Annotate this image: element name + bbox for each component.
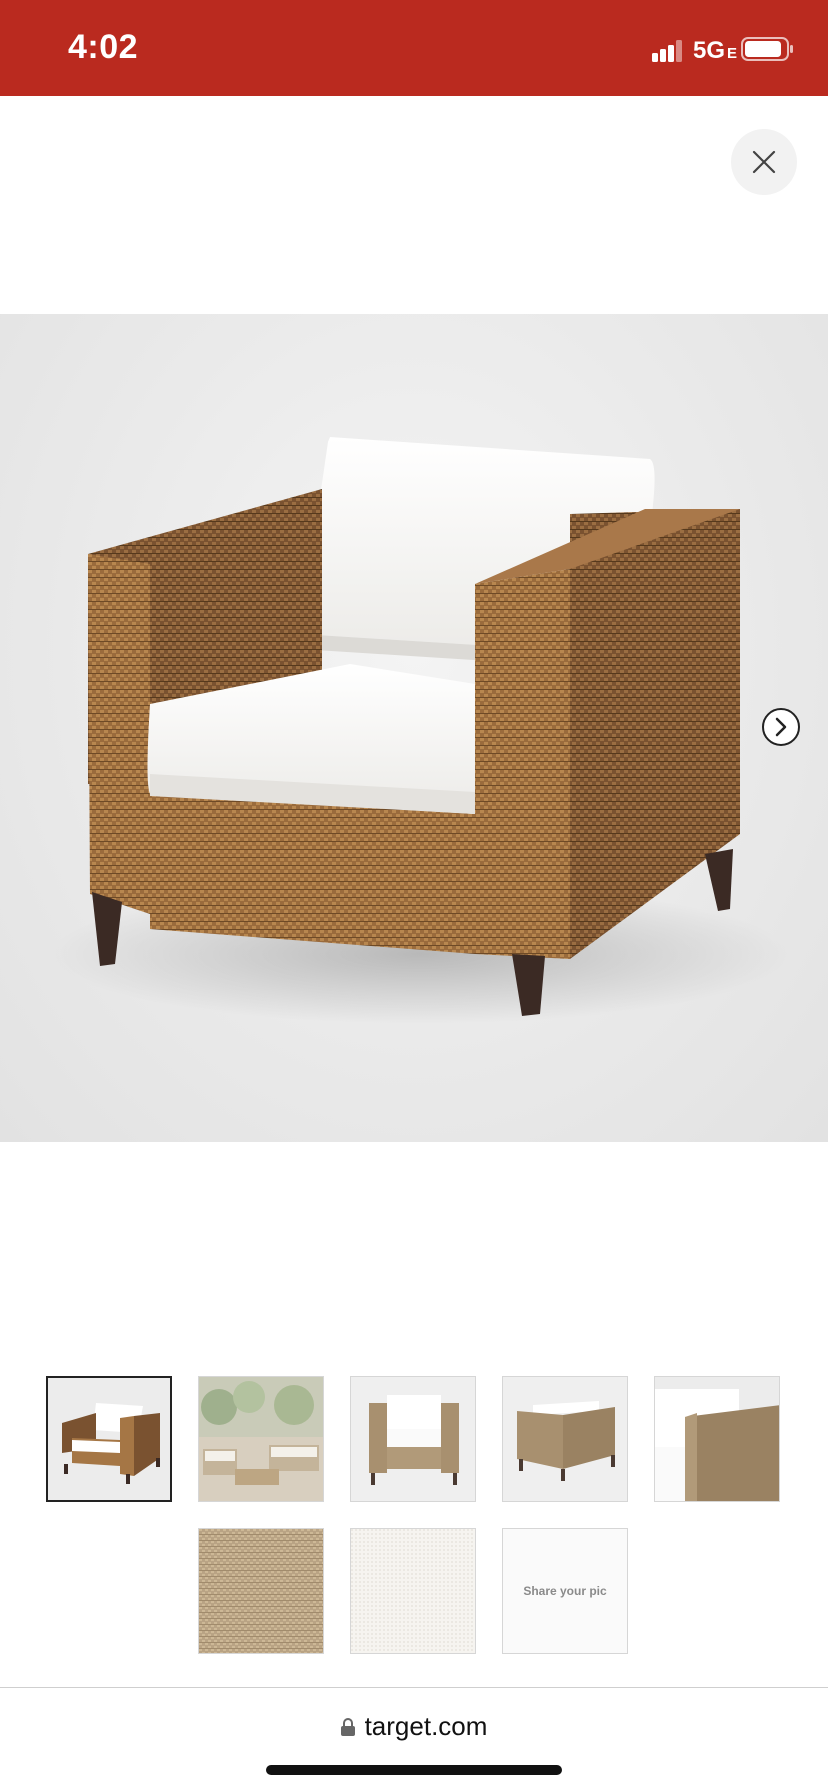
address-domain: target.com — [364, 1710, 488, 1741]
home-indicator[interactable] — [266, 1765, 562, 1775]
network-indicator: 5G E — [693, 37, 737, 65]
close-icon — [752, 150, 776, 174]
thumbnail-share-your-pic[interactable]: Share your pic — [502, 1528, 628, 1654]
thumbnail-chair-front-angle[interactable] — [46, 1376, 172, 1502]
battery-icon — [741, 37, 793, 61]
signal-bars-icon — [652, 40, 682, 62]
network-label: 5G — [693, 37, 726, 64]
address-bar-divider — [0, 1687, 828, 1688]
thumbnail-chair-front[interactable] — [350, 1376, 476, 1502]
thumbnail-patio-scene[interactable] — [198, 1376, 324, 1502]
chair-illustration — [50, 437, 790, 1024]
lock-icon — [340, 1718, 355, 1736]
thumbnail-cushion-texture[interactable] — [350, 1528, 476, 1654]
status-bar: 4:02 5G E — [0, 0, 828, 96]
share-your-pic-label: Share your pic — [523, 1584, 607, 1598]
close-button[interactable] — [731, 129, 797, 195]
next-image-button[interactable] — [762, 708, 800, 746]
status-time: 4:02 — [68, 28, 139, 66]
address-bar[interactable]: target.com — [0, 1690, 828, 1762]
thumbnail-chair-back[interactable] — [502, 1376, 628, 1502]
thumbnail-wicker-texture[interactable] — [198, 1528, 324, 1654]
thumbnail-chair-side-detail[interactable] — [654, 1376, 780, 1502]
network-sub-label: E — [727, 45, 738, 62]
product-main-image[interactable] — [0, 314, 828, 1142]
chevron-right-icon — [775, 717, 787, 737]
